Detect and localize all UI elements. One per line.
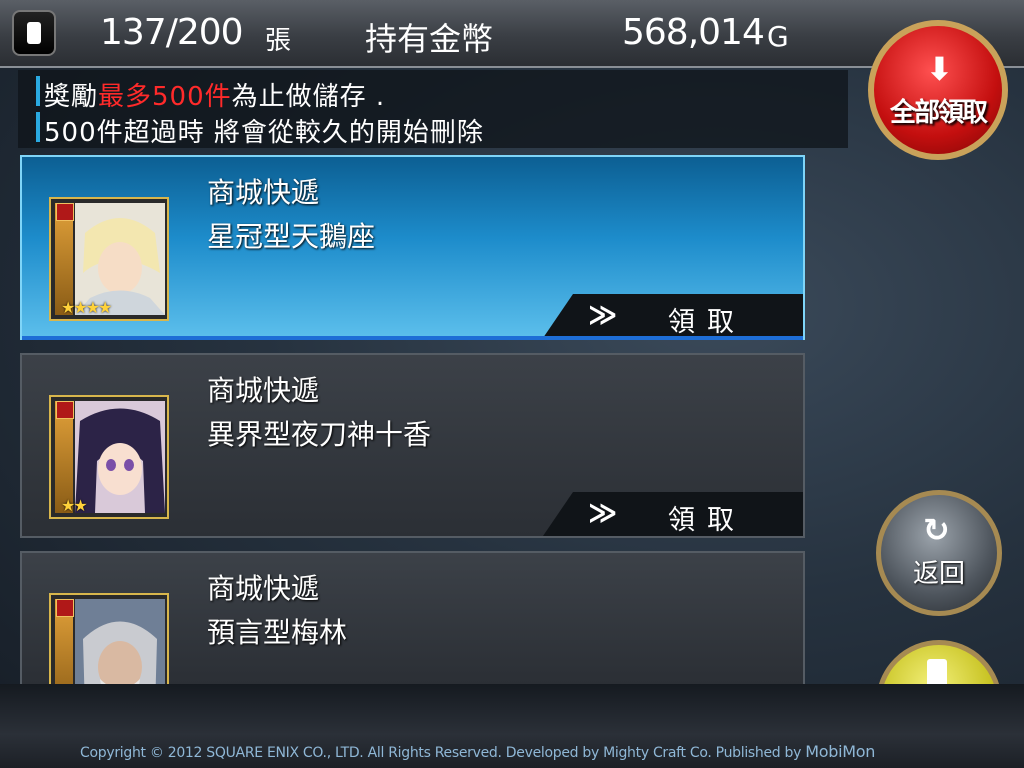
- claim-button[interactable]: ≫ 領取: [543, 294, 803, 338]
- download-arrow-icon: ⬇: [926, 50, 953, 88]
- character-portrait: [75, 401, 165, 513]
- element-badge-icon: [56, 401, 74, 419]
- item-sender: 商城快遞: [207, 374, 320, 407]
- item-name: 預言型梅林: [207, 616, 348, 649]
- storage-notice: 獎勵最多500件為止做儲存 . 500件超過時 將會從較久的開始刪除: [18, 70, 848, 148]
- coins-unit: G: [767, 20, 789, 53]
- item-name: 異界型夜刀神十香: [207, 418, 432, 451]
- element-badge-icon: [56, 599, 74, 617]
- notice-line-1: 獎勵最多500件為止做儲存 .: [44, 76, 385, 113]
- menu-icon: [27, 22, 41, 44]
- refresh-icon: ↻: [923, 511, 950, 549]
- rarity-stars: ★★★★: [61, 298, 112, 317]
- claim-button[interactable]: ≫ 領取: [543, 492, 803, 536]
- card-thumbnail: [49, 593, 169, 688]
- card-thumbnail: ★★: [49, 395, 169, 519]
- coins-label: 持有金幣: [365, 20, 494, 58]
- footer: Copyright © 2012 SQUARE ENIX CO., LTD. A…: [0, 684, 1024, 768]
- list-item[interactable]: 商城快遞 星冠型天鵝座 ★★★★ ≫ 領取: [20, 155, 805, 340]
- menu-button[interactable]: [12, 10, 56, 56]
- top-status-bar: 137/200 張 持有金幣 568,014 G: [0, 0, 1024, 68]
- rarity-stars: ★★: [61, 496, 88, 515]
- claim-label: 領取: [668, 307, 746, 338]
- publisher-brand: MobiMon: [805, 742, 876, 761]
- card-thumbnail: ★★★★: [49, 197, 169, 321]
- claim-all-button[interactable]: ⬇ 全部領取: [868, 20, 1008, 160]
- item-name: 星冠型天鵝座: [207, 220, 376, 253]
- notice-highlight: 最多500件: [98, 82, 232, 112]
- copyright-body: Copyright © 2012 SQUARE ENIX CO., LTD. A…: [80, 745, 806, 761]
- copyright-text: Copyright © 2012 SQUARE ENIX CO., LTD. A…: [80, 742, 875, 761]
- notice-text: 獎勵: [44, 82, 99, 112]
- list-item[interactable]: 商城快遞 預言型梅林: [20, 551, 805, 688]
- item-sender: 商城快遞: [207, 176, 320, 209]
- coins-value: 568,014: [622, 12, 765, 53]
- double-chevron-icon: ≫: [588, 496, 618, 529]
- back-button[interactable]: ↻ 返回: [876, 490, 1002, 616]
- claim-label: 領取: [668, 505, 746, 536]
- back-label: 返回: [912, 559, 965, 589]
- character-portrait: [75, 599, 165, 688]
- claim-all-label: 全部領取: [889, 98, 988, 128]
- list-item[interactable]: 商城快遞 異界型夜刀神十香 ★★ ≫ 領取: [20, 353, 805, 538]
- item-sender: 商城快遞: [207, 572, 320, 605]
- element-badge-icon: [56, 203, 74, 221]
- notice-accent-bar: [36, 76, 40, 106]
- notice-line-2: 500件超過時 將會從較久的開始刪除: [44, 118, 484, 148]
- card-count-unit: 張: [265, 26, 292, 56]
- double-chevron-icon: ≫: [588, 298, 618, 331]
- notice-text: 為止做儲存 .: [231, 82, 386, 112]
- notice-accent-bar: [36, 112, 40, 142]
- card-count: 137/200: [100, 12, 244, 53]
